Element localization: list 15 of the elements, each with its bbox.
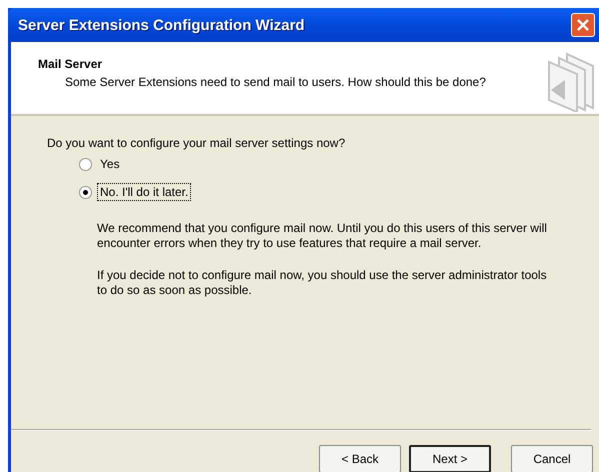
wizard-button[interactable]: < Back bbox=[319, 445, 401, 472]
info-paragraph: If you decide not to configure mail now, you should use the server administrator tools to do so as soon as possible. bbox=[97, 268, 548, 298]
close-icon bbox=[575, 17, 591, 33]
radio-button[interactable] bbox=[79, 158, 92, 170]
window-title: Server Extensions Configuration Wizard bbox=[18, 16, 306, 34]
page-title: Mail Server bbox=[38, 57, 104, 71]
close-button[interactable] bbox=[571, 13, 595, 37]
question-text: Do you want to configure your mail server settings now? bbox=[47, 136, 346, 150]
page-subtitle: Some Server Extensions need to send mail to users. How should this be done? bbox=[64, 75, 487, 89]
radio-label[interactable]: Yes bbox=[97, 155, 123, 173]
radio-label[interactable]: No. I'll do it later. bbox=[97, 183, 192, 201]
wizard-button[interactable]: Next > bbox=[409, 445, 491, 472]
radio-button[interactable] bbox=[79, 186, 92, 198]
wizard-button[interactable]: Cancel bbox=[511, 445, 593, 472]
info-paragraph: We recommend that you configure mail now. Until you do this users of this server will encounter errors when they try to use features that require a mail server. bbox=[97, 221, 548, 251]
